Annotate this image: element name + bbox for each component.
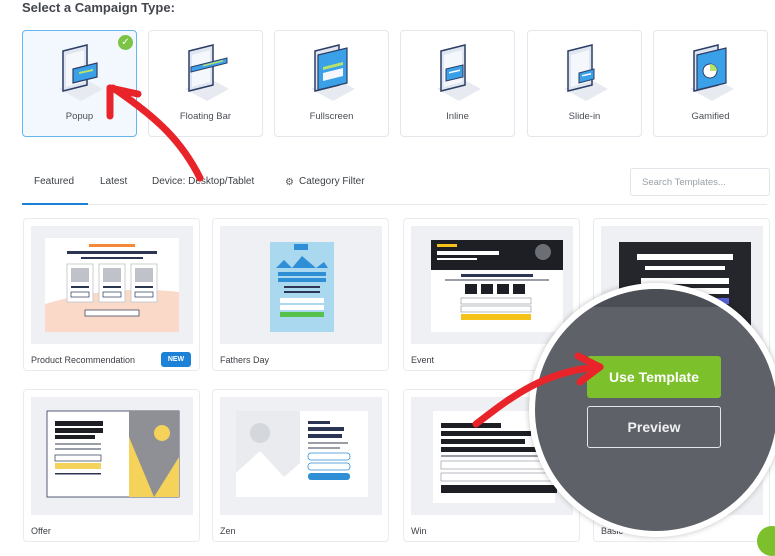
template-card-product-recommendation[interactable]: Product Recommendation NEW xyxy=(23,218,200,371)
page-heading: Select a Campaign Type: xyxy=(22,0,175,15)
campaign-type-label: Slide-in xyxy=(568,111,601,122)
campaign-type-label: Popup xyxy=(65,111,94,122)
template-name: Offer xyxy=(31,526,51,536)
tab-featured[interactable]: Featured xyxy=(34,176,74,187)
gamified-icon xyxy=(690,44,734,101)
template-thumbnail xyxy=(220,397,382,515)
fullscreen-icon xyxy=(311,44,355,101)
tabs-divider xyxy=(22,204,767,205)
campaign-type-floating-bar[interactable]: Floating Bar xyxy=(148,30,263,137)
template-thumbnail xyxy=(220,226,382,344)
chat-icon[interactable] xyxy=(757,526,775,556)
campaign-type-label: Gamified xyxy=(691,111,730,122)
gear-icon: ⚙ xyxy=(285,177,294,188)
slide-in-icon xyxy=(564,44,608,101)
campaign-type-popup[interactable]: ✓ Popup xyxy=(22,30,137,137)
campaign-type-inline[interactable]: Inline xyxy=(400,30,515,137)
template-name: Win xyxy=(411,526,427,536)
popup-icon xyxy=(59,44,103,101)
preview-button[interactable]: Preview xyxy=(587,406,721,448)
template-card-fathers-day[interactable]: Fathers Day xyxy=(212,218,389,371)
campaign-type-label: Inline xyxy=(446,111,469,122)
tab-latest[interactable]: Latest xyxy=(100,176,127,187)
category-filter[interactable]: Category Filter xyxy=(299,176,365,187)
zoom-magnifier: Use Template Preview xyxy=(529,283,775,537)
floating-bar-icon xyxy=(185,44,229,101)
campaign-type-fullscreen[interactable]: Fullscreen xyxy=(274,30,389,137)
template-thumbnail xyxy=(31,226,193,344)
campaign-type-label: Fullscreen xyxy=(309,111,354,122)
check-icon: ✓ xyxy=(118,35,133,50)
template-name: Zen xyxy=(220,526,236,536)
inline-icon xyxy=(437,44,481,101)
search-input[interactable]: Search Templates... xyxy=(630,168,770,196)
campaign-type-gamified[interactable]: Gamified xyxy=(653,30,768,137)
zoom-thumbnail-edge xyxy=(535,289,775,307)
template-name: Fathers Day xyxy=(220,355,270,365)
template-name: Event xyxy=(411,355,435,365)
template-card-zen[interactable]: Zen xyxy=(212,389,389,542)
template-thumbnail xyxy=(411,226,573,344)
campaign-type-slide-in[interactable]: Slide-in xyxy=(527,30,642,137)
campaign-type-label: Floating Bar xyxy=(179,111,232,122)
new-badge: NEW xyxy=(161,352,191,367)
use-template-button[interactable]: Use Template xyxy=(587,356,721,398)
device-filter[interactable]: Device: Desktop/Tablet xyxy=(152,176,254,187)
template-name: Product Recommendation xyxy=(31,355,136,365)
template-card-offer[interactable]: Offer xyxy=(23,389,200,542)
active-tab-indicator xyxy=(22,203,88,205)
template-thumbnail xyxy=(31,397,193,515)
